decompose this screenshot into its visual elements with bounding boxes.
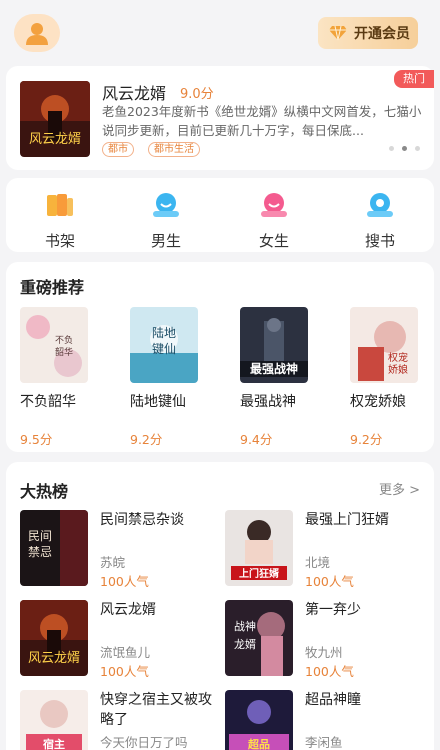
book-score: 9.2分: [350, 432, 383, 447]
nav-label: 男生: [150, 232, 181, 250]
svg-text:键仙: 键仙: [152, 342, 176, 356]
book-title[interactable]: 第一弃少: [305, 600, 423, 620]
banner-book-cover[interactable]: 风云龙婿: [20, 81, 90, 157]
book-name[interactable]: 权宠娇娘: [350, 391, 420, 411]
svg-text:上门狂婿: 上门狂婿: [239, 567, 280, 580]
svg-text:超品: 超品: [247, 737, 270, 750]
book-cover[interactable]: 宿主: [20, 690, 88, 750]
book-cover[interactable]: 权宠 娇娘: [350, 307, 418, 383]
book-cover[interactable]: 民间 禁忌: [20, 510, 88, 586]
book-title[interactable]: 最强上门狂婿: [305, 510, 423, 530]
search-icon: [367, 193, 393, 217]
hot-list-item[interactable]: 上门狂婿 最强上门狂婿 北境 100人气: [225, 510, 425, 589]
user-icon: [26, 23, 48, 45]
nav-label: 书架: [44, 232, 75, 250]
book-cover[interactable]: 陆地 键仙: [130, 307, 198, 383]
book-author: 牧九州: [305, 645, 343, 660]
book-author: 苏皖: [100, 555, 126, 570]
diamond-icon: [329, 25, 347, 41]
svg-text:韶华: 韶华: [55, 346, 73, 358]
recommend-book[interactable]: 权宠 娇娘 权宠娇娘 9.2分: [350, 307, 420, 448]
book-author: 流氓鱼儿: [100, 645, 151, 660]
top-bar: 开通会员: [0, 0, 440, 62]
book-cover[interactable]: 最强战神: [240, 307, 308, 383]
book-title[interactable]: 超品神瞳: [305, 690, 423, 710]
svg-text:权宠: 权宠: [388, 351, 408, 364]
quick-nav: 书架 男生 女生 搜书: [6, 178, 434, 252]
book-popularity: 100人气: [305, 664, 354, 679]
bookshelf-icon: [47, 194, 73, 216]
book-popularity: 100人气: [305, 574, 354, 589]
carousel-dot-active[interactable]: [402, 146, 407, 151]
svg-text:禁忌: 禁忌: [28, 545, 52, 559]
recommend-book[interactable]: 陆地 键仙 陆地键仙 9.2分: [130, 307, 200, 448]
banner-title[interactable]: 风云龙婿: [102, 80, 166, 104]
book-name[interactable]: 陆地键仙: [130, 391, 200, 411]
recommend-book[interactable]: 不负 韶华 不负韶华 9.5分: [20, 307, 90, 448]
book-title[interactable]: 快穿之宿主又被攻略了: [100, 690, 218, 730]
recommend-book[interactable]: 最强战神 最强战神 9.4分: [240, 307, 310, 448]
svg-text:战神: 战神: [234, 619, 256, 633]
male-icon: [153, 193, 179, 217]
book-popularity: 100人气: [100, 574, 149, 589]
nav-label: 搜书: [364, 232, 395, 250]
svg-text:陆地: 陆地: [152, 325, 176, 340]
book-cover[interactable]: 战神 龙婿: [225, 600, 293, 676]
hot-list-item[interactable]: 战神 龙婿 第一弃少 牧九州 100人气: [225, 600, 425, 679]
avatar[interactable]: [14, 14, 60, 52]
section-title: 重磅推荐: [20, 278, 85, 297]
svg-text:龙婿: 龙婿: [234, 637, 256, 651]
banner-tag[interactable]: 都市: [102, 142, 134, 157]
carousel-dots: [389, 146, 420, 151]
book-cover[interactable]: 不负 韶华: [20, 307, 88, 383]
vip-label: 开通会员: [354, 26, 410, 42]
open-vip-button[interactable]: 开通会员: [318, 17, 418, 49]
book-title[interactable]: 民间禁忌杂谈: [100, 510, 218, 530]
book-title[interactable]: 风云龙婿: [100, 600, 218, 620]
book-score: 9.5分: [20, 432, 53, 447]
hot-badge: 热门: [394, 70, 434, 88]
carousel-dot[interactable]: [415, 146, 420, 151]
nav-search[interactable]: 搜书: [350, 192, 410, 251]
svg-text:不负: 不负: [55, 334, 73, 346]
book-score: 9.2分: [130, 432, 163, 447]
female-icon: [261, 193, 287, 217]
book-name[interactable]: 最强战神: [240, 391, 310, 411]
nav-male[interactable]: 男生: [136, 192, 196, 251]
hot-list-item[interactable]: 风云龙婿 风云龙婿 流氓鱼儿 100人气: [20, 600, 220, 679]
section-title: 大热榜: [20, 482, 69, 501]
hot-list-item[interactable]: 宿主 快穿之宿主又被攻略了 今天你日万了吗: [20, 690, 220, 750]
svg-text:宿主: 宿主: [43, 737, 65, 750]
book-cover[interactable]: 超品: [225, 690, 293, 750]
book-author: 今天你日万了吗: [100, 735, 188, 750]
hot-list-item[interactable]: 超品 超品神瞳 李闲鱼: [225, 690, 425, 750]
nav-female[interactable]: 女生: [244, 192, 304, 251]
nav-label: 女生: [258, 232, 289, 250]
featured-banner[interactable]: 风云龙婿 风云龙婿 9.0分 热门 老鱼2023年度新书《绝世龙婿》纵横中文网首…: [6, 66, 434, 170]
svg-text:最强战神: 最强战神: [250, 361, 298, 376]
book-author: 北境: [305, 555, 331, 570]
book-author: 李闲鱼: [305, 735, 343, 750]
banner-description: 老鱼2023年度新书《绝世龙婿》纵横中文网首发，七猫小说同步更新，目前已更新几十…: [102, 104, 422, 138]
recommend-section: 重磅推荐 不负 韶华 不负韶华 9.5分 陆地 键仙 陆地键仙 9.2分 最强战…: [6, 262, 434, 452]
svg-text:娇娘: 娇娘: [388, 363, 408, 376]
more-link[interactable]: 更多 >: [379, 479, 420, 498]
svg-text:风云龙婿: 风云龙婿: [28, 651, 80, 666]
svg-text:风云龙婿: 风云龙婿: [29, 132, 81, 147]
banner-tag[interactable]: 都市生活: [148, 142, 200, 157]
book-cover[interactable]: 上门狂婿: [225, 510, 293, 586]
hot-list-section: 大热榜 更多 > 民间 禁忌 民间禁忌杂谈 苏皖 100人气 上门狂婿 最强上门…: [6, 462, 434, 750]
carousel-dot[interactable]: [389, 146, 394, 151]
banner-score: 9.0分: [180, 87, 214, 102]
nav-bookshelf[interactable]: 书架: [30, 192, 90, 251]
hot-list-item[interactable]: 民间 禁忌 民间禁忌杂谈 苏皖 100人气: [20, 510, 220, 589]
book-cover[interactable]: 风云龙婿: [20, 600, 88, 676]
book-name[interactable]: 不负韶华: [20, 391, 90, 411]
svg-text:民间: 民间: [28, 529, 52, 543]
book-popularity: 100人气: [100, 664, 149, 679]
book-score: 9.4分: [240, 432, 273, 447]
